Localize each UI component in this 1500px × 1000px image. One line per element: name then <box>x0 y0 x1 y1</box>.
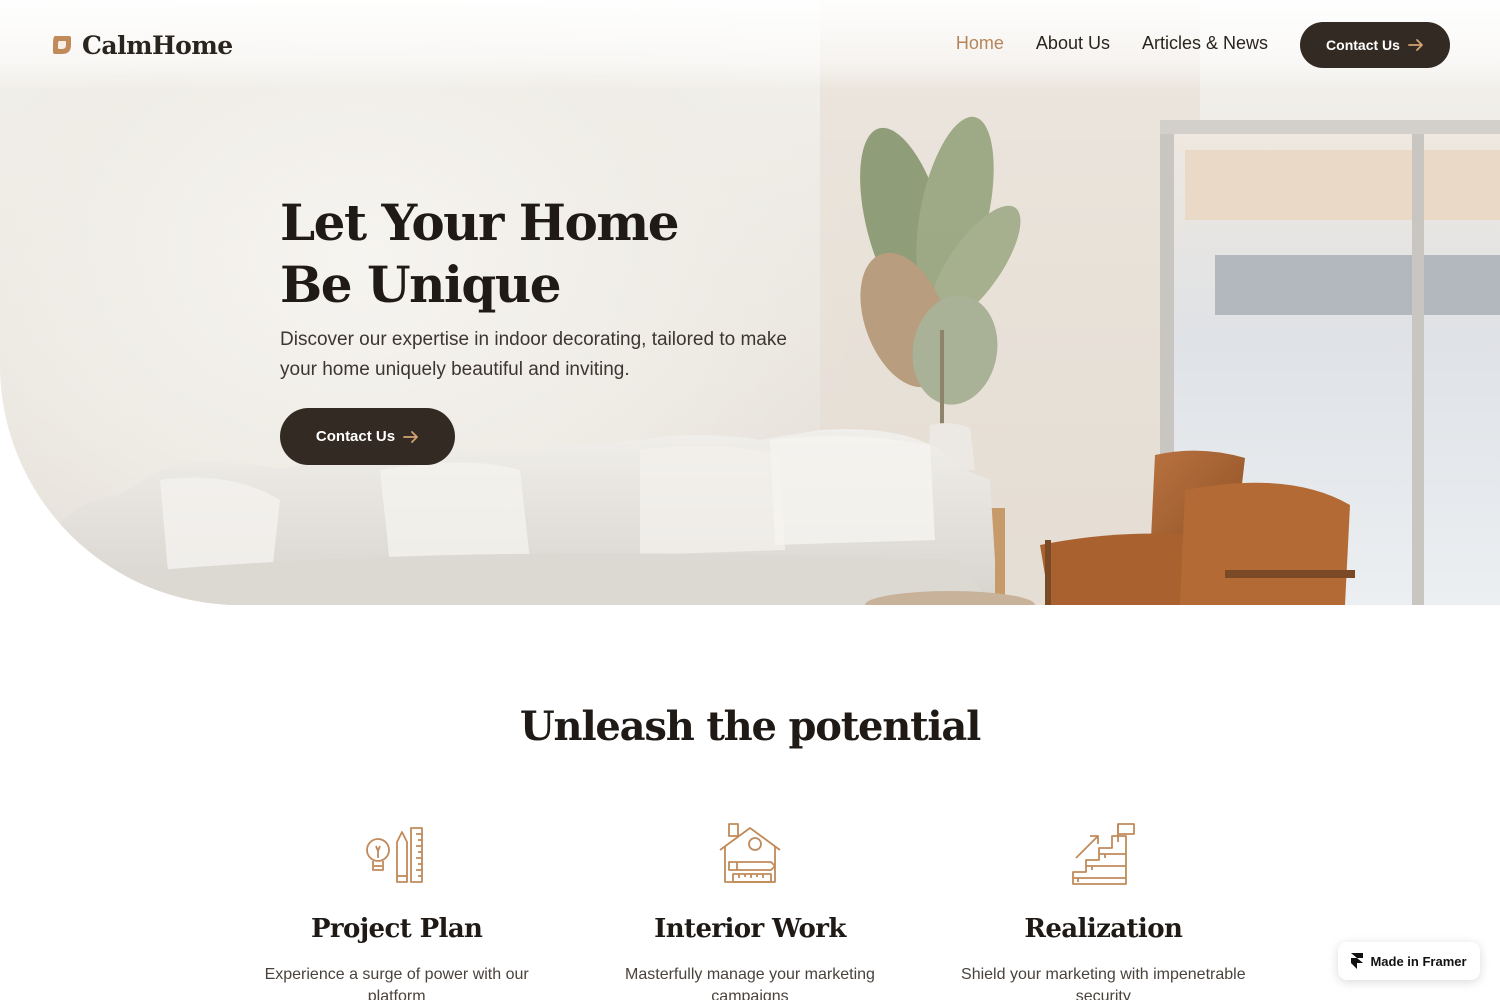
feature-description: Experience a surge of power with our pla… <box>264 966 529 1000</box>
made-in-framer-badge[interactable]: Made in Framer <box>1338 942 1480 980</box>
stairs-growth-icon <box>1072 823 1136 885</box>
feature-title: Project Plan <box>310 914 483 944</box>
hero-title: Let Your Home Be Unique <box>280 192 780 316</box>
hero-contact-button[interactable]: Contact Us <box>280 408 455 465</box>
logo[interactable]: CalmHome <box>50 30 233 60</box>
nav-link-articles-news[interactable]: Articles & News <box>1142 33 1268 54</box>
logo-mark-icon <box>53 36 71 54</box>
feature-description: Masterfully manage your marketing campai… <box>625 966 875 1000</box>
hero-title-line1: Let Your Home <box>280 193 680 252</box>
framer-badge-label: Made in Framer <box>1370 953 1467 969</box>
nav-contact-button[interactable]: Contact Us <box>1300 22 1450 68</box>
nav-contact-label: Contact Us <box>1326 37 1400 53</box>
top-navbar: CalmHome Home About Us Articles & News C… <box>0 0 1500 90</box>
section-title: Unleash the potential <box>519 703 981 750</box>
framer-icon <box>1351 953 1364 969</box>
hero-subtitle: Discover our expertise in indoor decorat… <box>280 329 787 380</box>
nav-link-home[interactable]: Home <box>956 33 1004 54</box>
page: CalmHome Home About Us Articles & News C… <box>0 0 1500 1000</box>
feature-card: Realization Shield your marketing with i… <box>927 820 1280 1000</box>
feature-card: Project Plan Experience a surge of power… <box>220 820 573 1000</box>
features-grid: Project Plan Experience a surge of power… <box>220 820 1280 1000</box>
hero-contact-label: Contact Us <box>315 428 396 445</box>
nav-link-about-us[interactable]: About Us <box>1036 33 1110 54</box>
feature-description: Shield your marketing with impenetrable … <box>961 966 1246 1000</box>
feature-title: Realization <box>1024 914 1183 944</box>
lightbulb-pencil-ruler-icon <box>365 827 423 883</box>
arrow-right-icon <box>403 430 418 443</box>
nav-links: Home About Us Articles & News <box>956 33 1268 54</box>
hero-title-line2: Be Unique <box>280 255 562 314</box>
feature-title: Interior Work <box>654 914 846 944</box>
feature-card: Interior Work Masterfully manage your ma… <box>573 820 926 1000</box>
arrow-right-icon <box>1408 39 1423 51</box>
house-blueprint-icon <box>719 823 781 883</box>
brand-name: CalmHome <box>82 30 233 60</box>
